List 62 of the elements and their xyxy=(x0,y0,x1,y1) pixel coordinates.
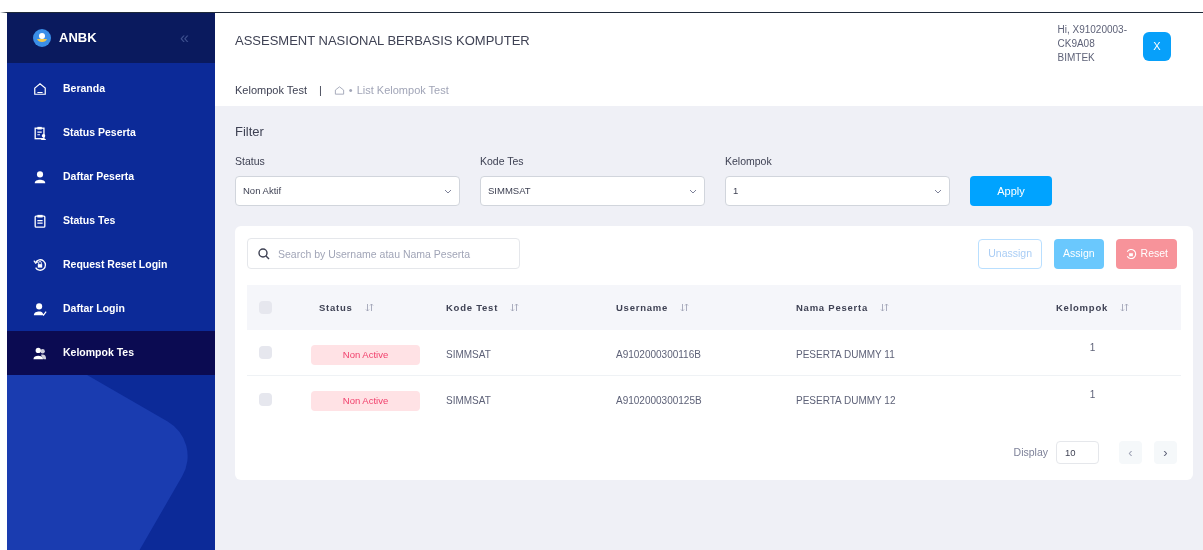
field-label: Status xyxy=(235,153,266,169)
lock-reset-icon xyxy=(33,258,47,272)
home-icon xyxy=(33,82,47,96)
column-header[interactable]: Status xyxy=(319,300,353,315)
search-field[interactable]: Search by Username atau Nama Peserta xyxy=(247,238,520,270)
chevron-down-icon xyxy=(689,188,697,194)
sidebar-item[interactable]: Daftar Login xyxy=(7,287,215,331)
sort-icon[interactable] xyxy=(364,303,374,313)
breadcrumb-dot: • xyxy=(348,83,353,98)
logo-icon xyxy=(33,29,51,47)
sidebar-item[interactable]: Status Tes xyxy=(7,199,215,243)
status-badge: Non Active xyxy=(311,391,420,412)
sort-icon[interactable] xyxy=(1120,303,1129,313)
page-size-field[interactable]: 10 xyxy=(1056,441,1099,465)
display-label: Display xyxy=(1013,444,1048,460)
sidebar-item[interactable]: Daftar Peserta xyxy=(7,155,215,199)
user-icon xyxy=(33,170,47,184)
select-field[interactable]: 1 xyxy=(725,176,950,207)
column-header[interactable]: Username xyxy=(616,300,669,315)
chevron-down-icon xyxy=(444,188,452,194)
sidebar-item[interactable]: Kelompok Tes xyxy=(7,331,215,375)
sidebar-item[interactable]: Status Peserta xyxy=(7,111,215,155)
table-cell: SIMMSAT xyxy=(446,395,491,407)
column-header[interactable]: Kode Test xyxy=(446,300,499,315)
table-cell-text: 1 xyxy=(1089,341,1096,356)
table-cell: SIMMSAT xyxy=(446,348,491,360)
chevron-down-icon xyxy=(934,188,942,194)
sort-icon[interactable] xyxy=(680,303,690,313)
clipboard-user-icon xyxy=(33,126,47,140)
field-label: Kelompok xyxy=(725,153,773,169)
clipboard-icon xyxy=(33,214,47,228)
home-icon[interactable] xyxy=(333,84,345,96)
page-title: Kelompok Test xyxy=(235,83,307,98)
table-cell: A9102000300125B xyxy=(616,395,702,407)
sort-icon[interactable] xyxy=(879,303,889,313)
field-label: Kode Tes xyxy=(480,153,525,169)
select-field[interactable]: SIMMSAT xyxy=(480,176,705,207)
user-check-icon xyxy=(33,302,47,316)
table-cell: A9102000300116B xyxy=(616,348,701,360)
status-badge: Non Active xyxy=(311,344,420,365)
table-cell: PESERTA DUMMY 12 xyxy=(796,395,896,407)
user-info-text: BIMTEK xyxy=(1057,51,1096,65)
filter-title: Filter xyxy=(235,123,265,141)
sort-icon[interactable] xyxy=(510,303,520,313)
user-info-text: CK9A08 xyxy=(1057,37,1096,51)
brand-name: ANBK xyxy=(59,29,98,48)
next-page-button[interactable]: › xyxy=(1154,441,1177,465)
table-cell: PESERTA DUMMY 11 xyxy=(796,348,895,360)
separator: | xyxy=(318,83,322,98)
users-icon xyxy=(33,346,47,360)
column-header[interactable]: Kelompok xyxy=(1056,300,1108,315)
sidebar-item[interactable]: Beranda xyxy=(7,67,215,111)
user-info-text: Hi, X91020003- xyxy=(1057,23,1127,37)
select-field[interactable]: Non Aktif xyxy=(235,176,460,207)
reset-icon xyxy=(1124,247,1137,260)
sidebar-item[interactable]: Request Reset Login xyxy=(7,243,215,287)
app-title: ASSESMENT NASIONAL BERBASIS KOMPUTER xyxy=(235,32,530,50)
table-cell-text: 1 xyxy=(1089,387,1096,402)
row-checkbox[interactable] xyxy=(259,346,272,360)
column-header[interactable]: Nama Peserta xyxy=(796,300,868,315)
row-checkbox[interactable] xyxy=(259,392,272,406)
search-icon xyxy=(258,248,270,261)
